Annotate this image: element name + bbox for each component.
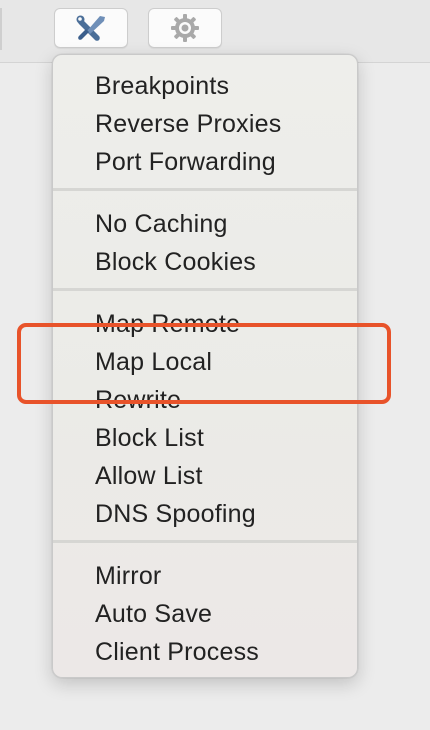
- menu-separator: [53, 188, 357, 191]
- menu-item-block-list[interactable]: Block List: [95, 421, 204, 455]
- menu-item-port-forwarding[interactable]: Port Forwarding: [95, 145, 276, 179]
- menu-item-dns-spoofing[interactable]: DNS Spoofing: [95, 497, 256, 531]
- settings-button[interactable]: [148, 8, 222, 48]
- tools-button[interactable]: [54, 8, 128, 48]
- menu-separator: [53, 288, 357, 291]
- menu-item-client-process[interactable]: Client Process: [95, 635, 259, 669]
- gear-icon: [169, 12, 201, 44]
- menu-item-auto-save[interactable]: Auto Save: [95, 597, 212, 631]
- menu-item-reverse-proxies[interactable]: Reverse Proxies: [95, 107, 281, 141]
- tools-icon: [74, 13, 108, 43]
- menu-item-mirror[interactable]: Mirror: [95, 559, 161, 593]
- toolbar-divider: [0, 8, 2, 50]
- map-local-highlight-annotation: [17, 323, 391, 404]
- menu-item-no-caching[interactable]: No Caching: [95, 207, 228, 241]
- menu-item-allow-list[interactable]: Allow List: [95, 459, 203, 493]
- menu-item-breakpoints[interactable]: Breakpoints: [95, 69, 229, 103]
- menu-separator: [53, 540, 357, 543]
- menu-item-block-cookies[interactable]: Block Cookies: [95, 245, 256, 279]
